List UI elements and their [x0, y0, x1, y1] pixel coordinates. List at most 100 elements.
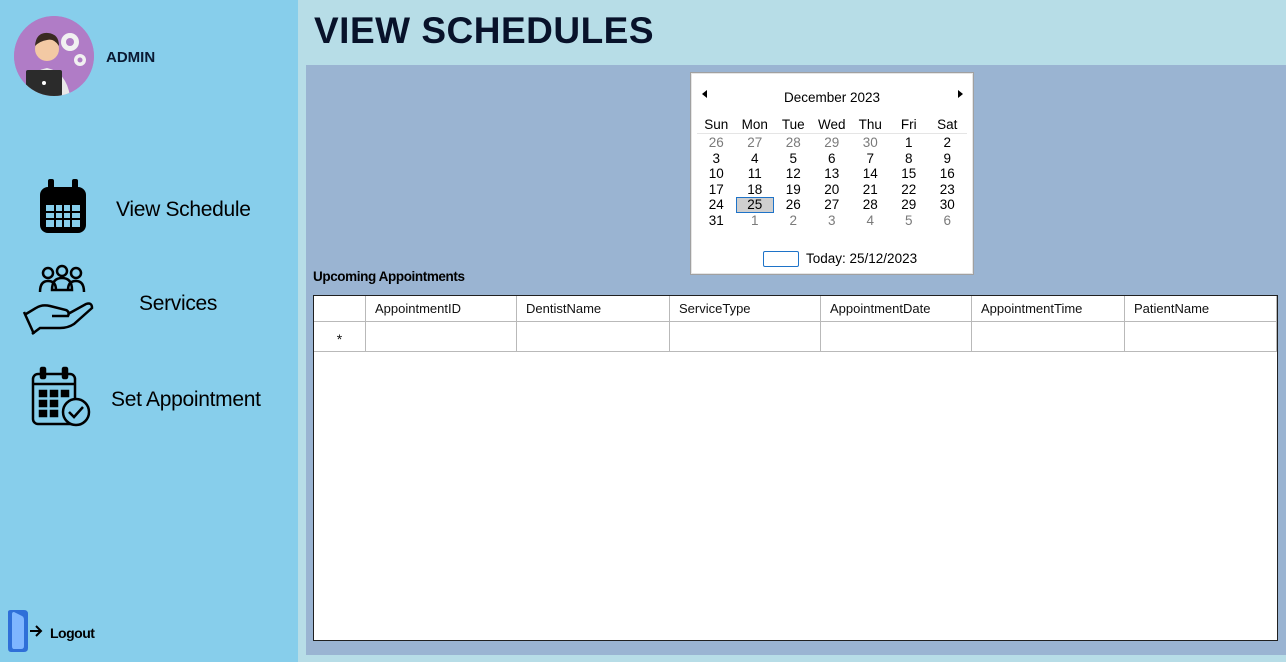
- page-title: VIEW SCHEDULES: [314, 10, 655, 51]
- calendar-day[interactable]: 8: [890, 151, 929, 167]
- grid-cell[interactable]: [670, 322, 821, 352]
- calendar-day[interactable]: 1: [890, 135, 929, 151]
- calendar-day[interactable]: 24: [697, 197, 736, 213]
- today-marker-icon: [763, 251, 799, 267]
- calendar-day[interactable]: 20: [813, 182, 852, 198]
- column-header[interactable]: AppointmentDate: [821, 296, 972, 322]
- content-bottom-strip: [298, 655, 1286, 662]
- calendar-day[interactable]: 28: [851, 197, 890, 213]
- appointments-grid[interactable]: AppointmentID DentistName ServiceType Ap…: [313, 295, 1278, 641]
- calendar-day[interactable]: 23: [928, 182, 967, 198]
- weekday-label: Tue: [781, 117, 805, 132]
- calendar-day[interactable]: 5: [890, 213, 929, 229]
- grid-header-row: AppointmentID DentistName ServiceType Ap…: [314, 296, 1277, 322]
- calendar-day[interactable]: 29: [813, 135, 852, 151]
- sidebar: ADMIN View Schedule Services Set Appoint…: [0, 0, 298, 662]
- calendar-day[interactable]: 31: [697, 213, 736, 229]
- calendar-day[interactable]: 15: [890, 166, 929, 182]
- grid-cell[interactable]: [517, 322, 670, 352]
- month-calendar[interactable]: December 2023 Sun Mon Tue Wed Thu Fri Sa…: [690, 72, 974, 275]
- logout-icon: [4, 610, 44, 657]
- today-label: Today: 25/12/2023: [806, 251, 918, 266]
- calendar-day[interactable]: 14: [851, 166, 890, 182]
- calendar-day[interactable]: 21: [851, 182, 890, 198]
- calendar-grid: Sun Mon Tue Wed Thu Fri Sat 26 27 28 29 …: [697, 117, 967, 228]
- weekday-label: Sun: [704, 117, 729, 132]
- grid-cell[interactable]: [821, 322, 972, 352]
- calendar-day[interactable]: 1: [736, 213, 775, 229]
- nav-set-appointment[interactable]: Set Appointment: [0, 366, 298, 436]
- calendar-day[interactable]: 26: [697, 135, 736, 151]
- calendar-day[interactable]: 27: [813, 197, 852, 213]
- logout-label: Logout: [50, 625, 95, 641]
- calendar-week: 3 4 5 6 7 8 9: [697, 151, 967, 167]
- weekday-label: Fri: [900, 117, 917, 132]
- calendar-day[interactable]: 28: [774, 135, 813, 151]
- calendar-week: 24 25 26 27 28 29 30: [697, 197, 967, 213]
- nav-services[interactable]: Services: [0, 264, 298, 344]
- calendar-today-link[interactable]: Today: 25/12/2023: [763, 250, 963, 268]
- calendar-day[interactable]: 19: [774, 182, 813, 198]
- calendar-month-label[interactable]: December 2023: [691, 90, 973, 105]
- column-header[interactable]: PatientName: [1125, 296, 1277, 322]
- grid-cell[interactable]: [1125, 322, 1277, 352]
- new-row[interactable]: *: [314, 322, 1277, 352]
- column-header[interactable]: ServiceType: [670, 296, 821, 322]
- logout-button[interactable]: Logout: [0, 608, 120, 658]
- calendar-day[interactable]: 3: [697, 151, 736, 167]
- grid-corner-header[interactable]: [314, 296, 366, 322]
- content-left-strip: [298, 65, 306, 655]
- services-hand-icon: [22, 264, 102, 341]
- calendar-day[interactable]: 2: [928, 135, 967, 151]
- calendar-day[interactable]: 2: [774, 213, 813, 229]
- calendar-day[interactable]: 29: [890, 197, 929, 213]
- calendar-week: 31 1 2 3 4 5 6: [697, 213, 967, 229]
- grid-cell[interactable]: [366, 322, 517, 352]
- calendar-week: 26 27 28 29 30 1 2: [697, 135, 967, 151]
- calendar-day[interactable]: 18: [736, 182, 775, 198]
- calendar-day[interactable]: 3: [813, 213, 852, 229]
- calendar-day[interactable]: 22: [890, 182, 929, 198]
- nav-set-appointment-label: Set Appointment: [111, 388, 261, 411]
- calendar-day[interactable]: 27: [736, 135, 775, 151]
- weekday-label: Wed: [817, 117, 846, 132]
- column-header[interactable]: DentistName: [517, 296, 670, 322]
- calendar-day[interactable]: 26: [774, 197, 813, 213]
- calendar-day[interactable]: 9: [928, 151, 967, 167]
- admin-avatar: [14, 16, 94, 96]
- grid-cell[interactable]: [972, 322, 1125, 352]
- weekday-label: Thu: [858, 117, 882, 132]
- new-row-marker[interactable]: *: [314, 322, 366, 352]
- calendar-day[interactable]: 13: [813, 166, 852, 182]
- calendar-day[interactable]: 30: [851, 135, 890, 151]
- calendar-day[interactable]: 11: [736, 166, 775, 182]
- calendar-day[interactable]: 6: [813, 151, 852, 167]
- calendar-week: 10 11 12 13 14 15 16: [697, 166, 967, 182]
- admin-label: ADMIN: [106, 49, 156, 66]
- next-month-icon[interactable]: [953, 86, 967, 102]
- weekday-label: Mon: [741, 117, 768, 132]
- nav-view-schedule[interactable]: View Schedule: [0, 174, 298, 244]
- calendar-day-selected[interactable]: 25: [735, 197, 774, 213]
- calendar-day[interactable]: 6: [928, 213, 967, 229]
- calendar-check-icon: [30, 366, 94, 435]
- calendar-day[interactable]: 16: [928, 166, 967, 182]
- calendar-weekday-row: Sun Mon Tue Wed Thu Fri Sat: [697, 117, 967, 134]
- page-header: VIEW SCHEDULES: [298, 0, 1286, 65]
- calendar-day[interactable]: 4: [736, 151, 775, 167]
- column-header[interactable]: AppointmentTime: [972, 296, 1125, 322]
- upcoming-appointments-label: Upcoming Appointments: [313, 269, 465, 284]
- calendar-day[interactable]: 12: [774, 166, 813, 182]
- column-header[interactable]: AppointmentID: [366, 296, 517, 322]
- calendar-day[interactable]: 10: [697, 166, 736, 182]
- nav-view-schedule-label: View Schedule: [116, 198, 251, 221]
- nav-services-label: Services: [139, 292, 218, 315]
- calendar-icon: [38, 177, 90, 242]
- calendar-day[interactable]: 4: [851, 213, 890, 229]
- calendar-day[interactable]: 5: [774, 151, 813, 167]
- calendar-day[interactable]: 17: [697, 182, 736, 198]
- weekday-label: Sat: [937, 117, 958, 132]
- calendar-day[interactable]: 30: [928, 197, 967, 213]
- calendar-week: 17 18 19 20 21 22 23: [697, 182, 967, 198]
- calendar-day[interactable]: 7: [851, 151, 890, 167]
